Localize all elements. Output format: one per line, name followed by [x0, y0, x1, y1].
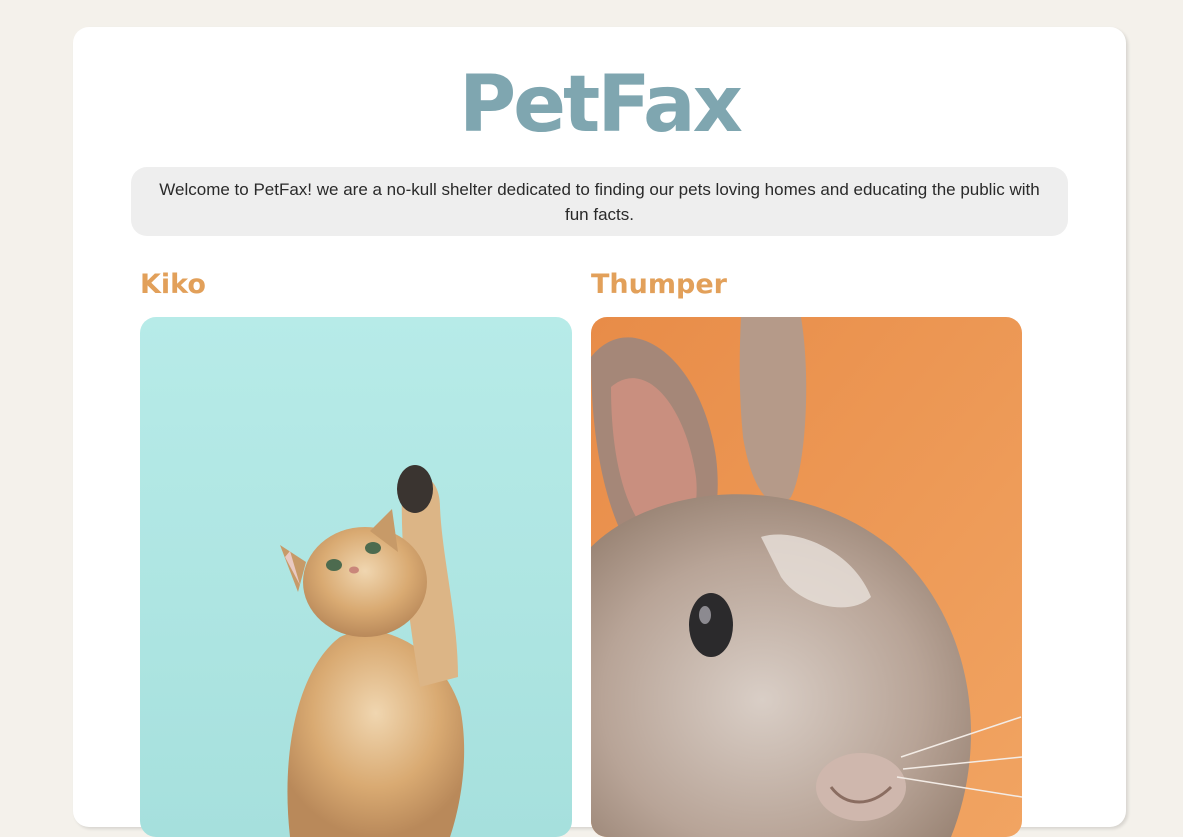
page-card: PetFax Welcome to PetFax! we are a no-ku… [73, 27, 1126, 837]
pet-name-thumper[interactable]: Thumper [591, 267, 1023, 317]
pet-card-kiko[interactable]: Kiko [140, 267, 572, 837]
welcome-message: Welcome to PetFax! we are a no-kull shel… [131, 167, 1068, 236]
pet-card-thumper[interactable]: Thumper [591, 267, 1023, 837]
site-title: PetFax [458, 60, 743, 150]
kitten-photo[interactable] [140, 317, 572, 837]
bunny-photo[interactable] [591, 317, 1022, 837]
pet-name-kiko[interactable]: Kiko [140, 267, 572, 317]
